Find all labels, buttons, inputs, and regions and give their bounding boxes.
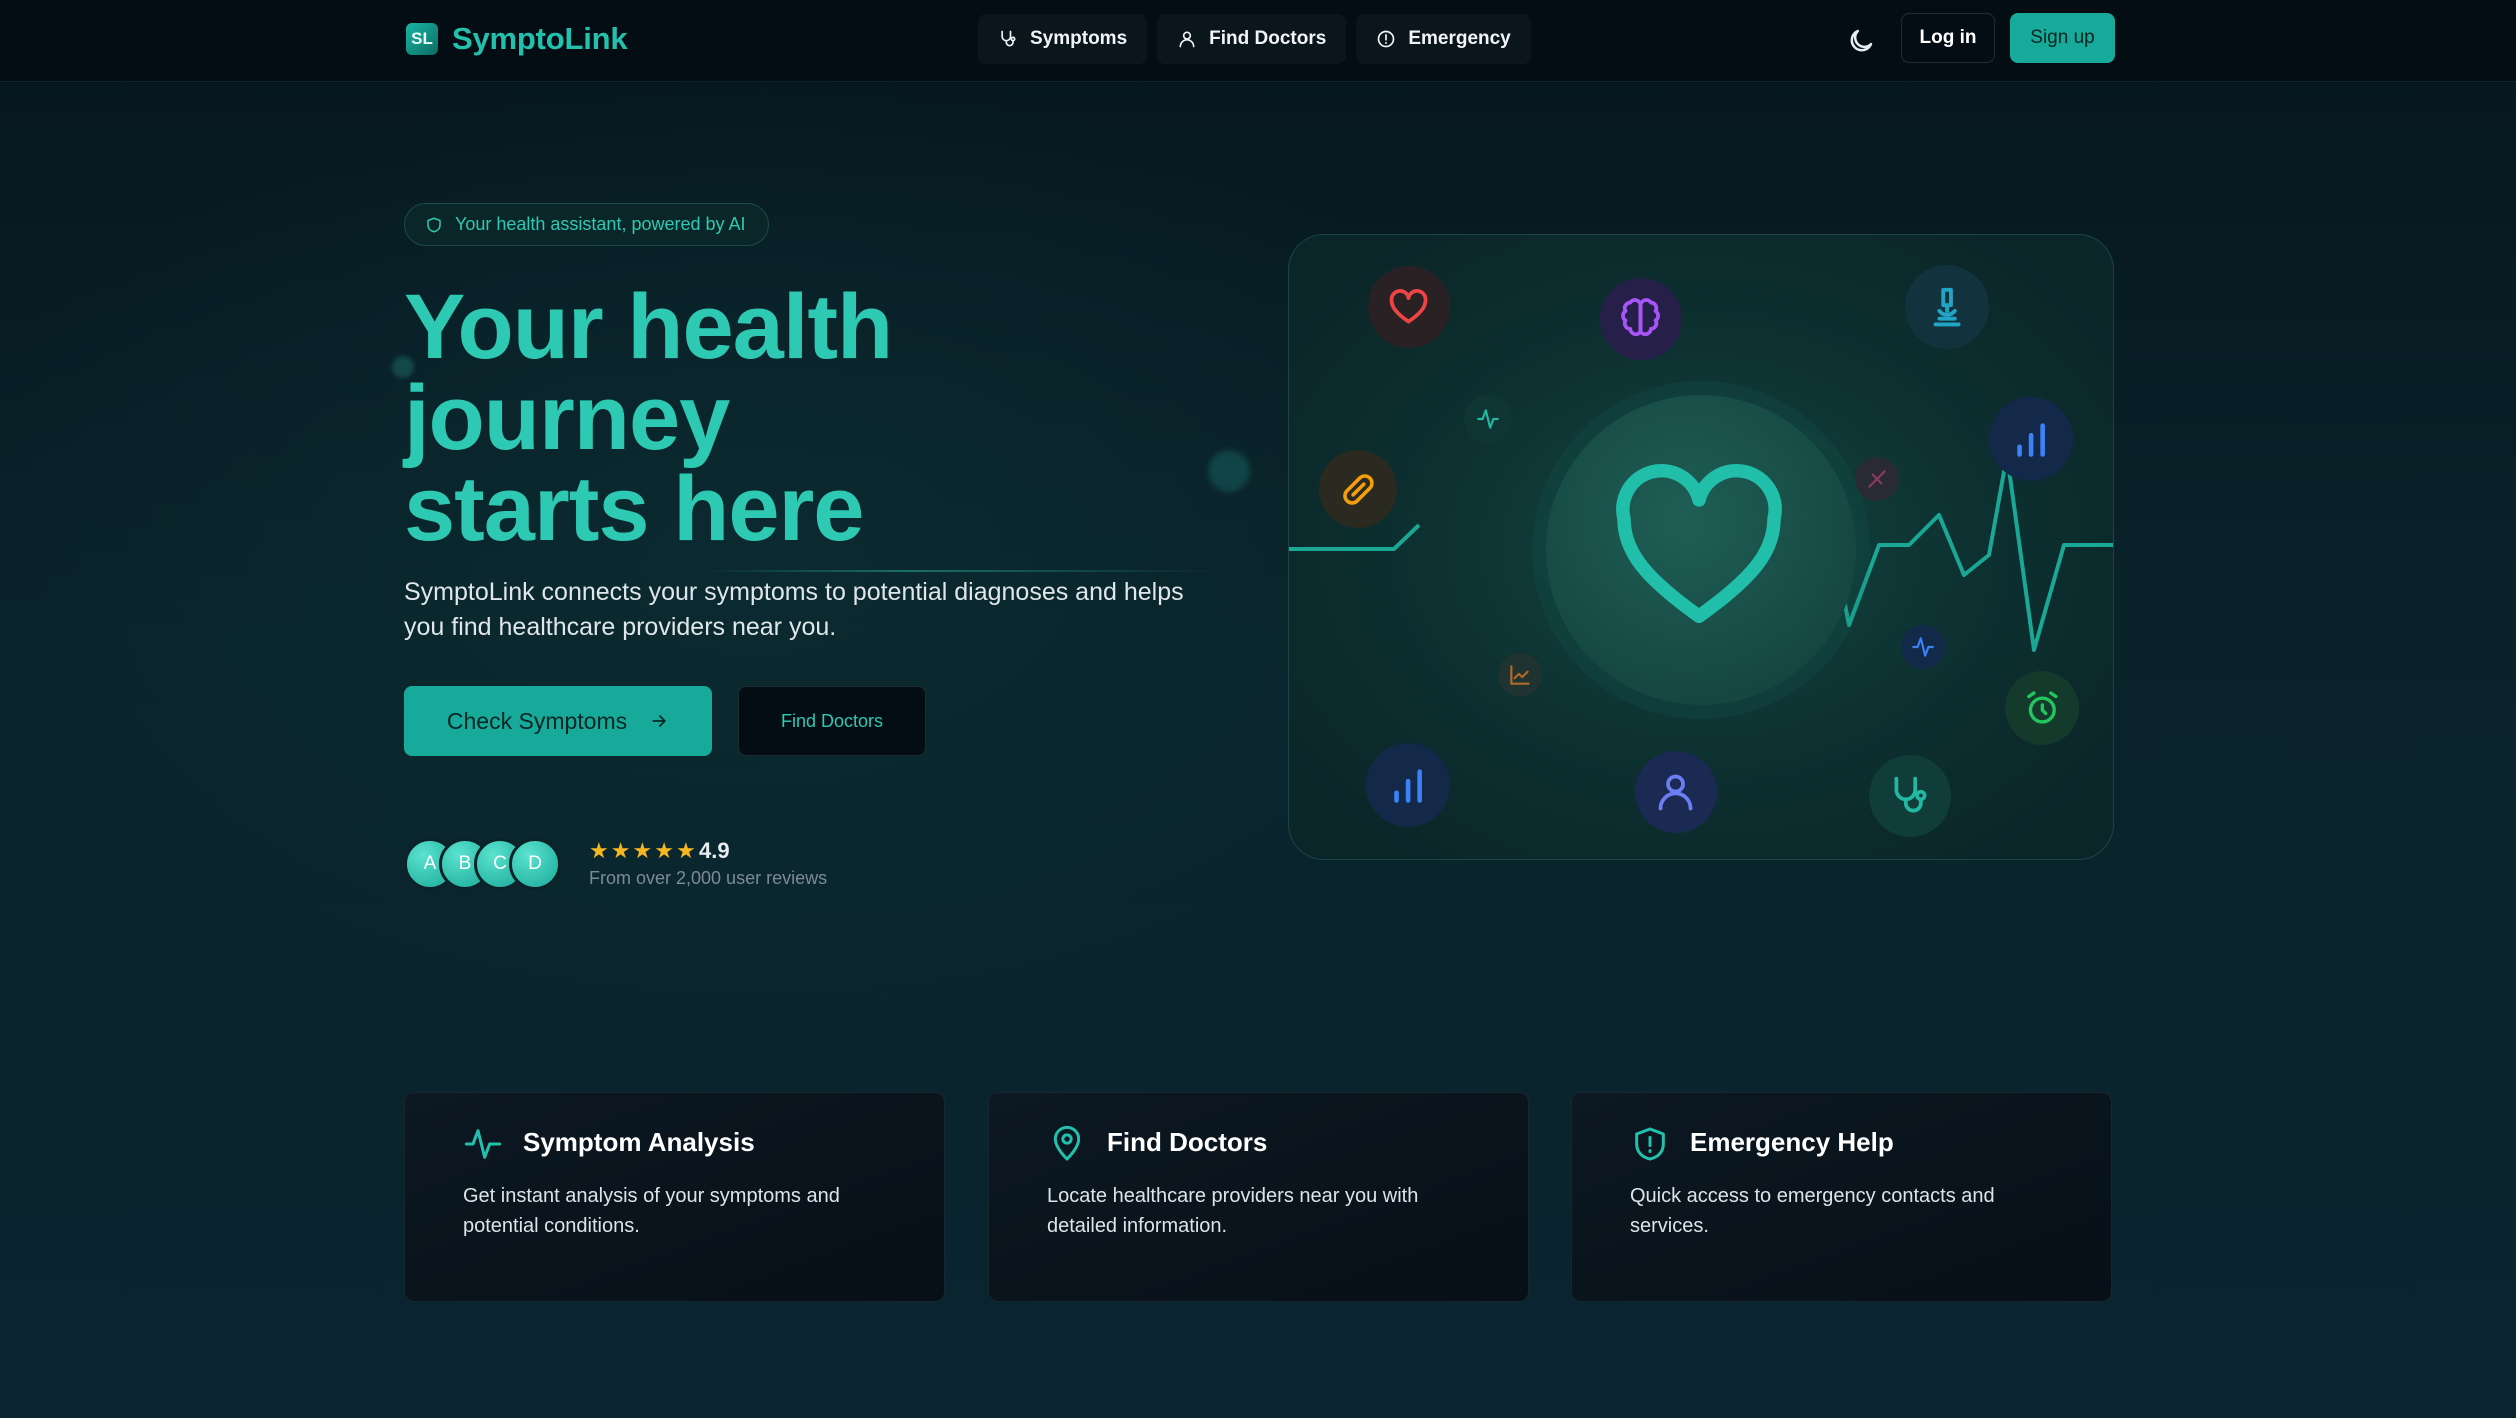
microscope-icon [1905,265,1989,349]
star-icon: ★ [654,838,674,863]
feature-description: Quick access to emergency contacts and s… [1630,1185,1995,1237]
feature-description: Get instant analysis of your symptoms an… [463,1185,840,1237]
feature-card-symptom-analysis[interactable]: Symptom Analysis Get instant analysis of… [404,1092,945,1302]
rating-stars: ★ ★ ★ ★ ★ [589,840,696,862]
alarm-clock-icon [2005,671,2079,745]
rating-value: 4.9 [699,838,730,863]
logo[interactable]: SL SymptoLink [406,21,628,57]
user-icon [1635,751,1717,833]
feature-card-emergency-help[interactable]: Emergency Help Quick access to emergency… [1571,1092,2112,1302]
logo-text: SymptoLink [452,21,628,56]
star-icon: ★ [610,838,631,863]
hero-title: Your health journey starts here [404,276,1304,560]
stethoscope-icon [1001,30,1016,47]
nav-label: Symptoms [1030,28,1128,49]
star-icon: ★ [589,838,609,863]
feature-title: Find Doctors [1107,1127,1268,1157]
activity-icon [464,1129,502,1159]
pill-icon [1319,450,1397,528]
avatar: D [509,838,561,890]
nav-item-symptoms[interactable]: Symptoms [978,14,1148,64]
arrow-right-icon [652,715,666,727]
brain-icon [1600,278,1682,360]
bar-chart-icon [1366,743,1450,827]
feature-title: Symptom Analysis [523,1127,755,1157]
nav-label: Find Doctors [1209,28,1327,49]
hero-badge: Your health assistant, powered by AI [404,203,769,246]
heart-icon [1616,463,1782,623]
site-header: SL SymptoLink Symptoms Find Doctors Emer… [0,0,2516,82]
activity-icon [1464,395,1512,443]
user-avatars: A B C D [404,838,564,890]
user-icon [1179,31,1195,48]
hero-title-line: Your health [404,276,893,378]
hero-badge-label: Your health assistant, powered by AI [455,214,746,234]
feature-title: Emergency Help [1690,1127,1894,1157]
stethoscope-icon [1869,755,1951,837]
logo-badge: SL [406,23,438,55]
nav-label: Emergency [1408,28,1511,49]
shield-icon [427,217,441,232]
decorative-divider [700,570,1220,572]
signup-button[interactable]: Sign up [2010,13,2115,63]
bar-chart-icon [1989,397,2073,481]
main-nav: Symptoms Find Doctors Emergency [978,14,1531,64]
hero-title-line: starts here [404,458,864,560]
map-pin-icon [1053,1125,1081,1161]
alert-circle-icon [1377,30,1395,48]
shield-alert-icon [1635,1127,1665,1161]
star-icon: ★ [632,838,653,863]
activity-icon [1901,625,1945,669]
reviews-text: From over 2,000 user reviews [589,868,828,888]
line-chart-icon [1498,653,1542,697]
feature-card-find-doctors[interactable]: Find Doctors Locate healthcare providers… [988,1092,1529,1302]
hero-subtitle: SymptoLink connects your symptoms to pot… [404,578,1184,641]
find-doctors-button[interactable]: Find Doctors [738,686,926,756]
dna-icon [1855,457,1899,501]
check-symptoms-button[interactable]: Check Symptoms [404,686,712,756]
nav-item-emergency[interactable]: Emergency [1356,14,1531,64]
heart-icon [1368,266,1450,348]
feature-description: Locate healthcare providers near you wit… [1047,1185,1419,1237]
login-button[interactable]: Log in [1901,13,1995,63]
star-icon: ★ [675,838,696,863]
nav-item-find-doctors[interactable]: Find Doctors [1157,14,1347,64]
moon-icon[interactable] [1846,26,1876,56]
hero-title-line: journey [404,367,730,469]
hero-illustration [1288,234,2114,860]
check-symptoms-label: Check Symptoms [446,707,628,734]
